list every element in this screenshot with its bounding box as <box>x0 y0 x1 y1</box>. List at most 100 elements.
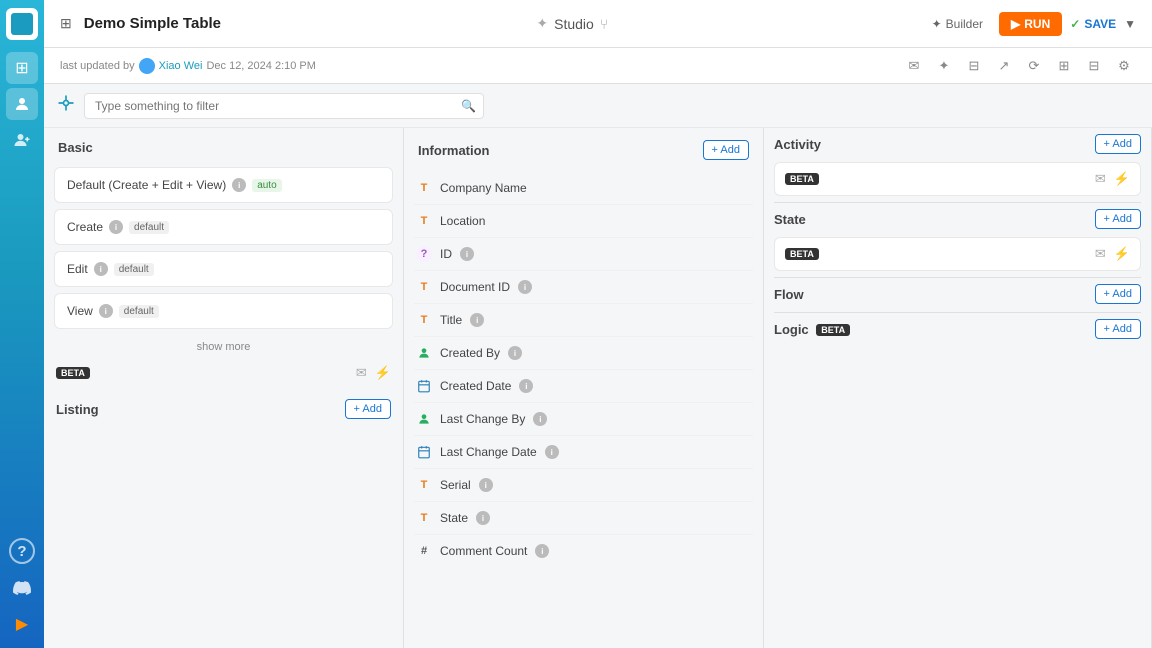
field-label-serial: Serial <box>440 478 471 492</box>
activity-beta-row: BETA ✉ ⚡ <box>774 162 1141 196</box>
listing-section: Listing + Add <box>54 393 393 425</box>
info-icon-default[interactable]: i <box>232 178 246 192</box>
field-created-date: Created Date i <box>414 370 753 403</box>
basic-item-create-label: Create <box>67 220 103 234</box>
basic-item-edit-row: Edit i default <box>67 262 380 276</box>
info-icon-create[interactable]: i <box>109 220 123 234</box>
more-icon-btn[interactable]: ⚙ <box>1112 54 1136 78</box>
info-icon-serial[interactable]: i <box>479 478 493 492</box>
field-state: T State i <box>414 502 753 535</box>
star-icon-btn[interactable]: ✦ <box>932 54 956 78</box>
info-icon-document-id[interactable]: i <box>518 280 532 294</box>
studio-label: ✦ Studio ⑂ <box>536 15 608 32</box>
refresh-icon-btn[interactable]: ⟳ <box>1022 54 1046 78</box>
right-panel-body: Activity + Add BETA ✉ ⚡ <box>764 128 1151 648</box>
studio-icon: ✦ <box>536 15 548 32</box>
sidebar-item-discord[interactable] <box>6 572 38 604</box>
page-title: Demo Simple Table <box>84 15 221 32</box>
sidebar-logo[interactable] <box>6 8 38 40</box>
info-icon-comment-count[interactable]: i <box>535 544 549 558</box>
information-panel-header: Information + Add <box>404 128 763 168</box>
beta-badge: BETA <box>56 367 90 379</box>
state-lightning-icon[interactable]: ⚡ <box>1114 246 1130 262</box>
info-icon-edit[interactable]: i <box>94 262 108 276</box>
arrow-icon-btn[interactable]: ↗ <box>992 54 1016 78</box>
field-id: ? ID i <box>414 238 753 271</box>
grid-icon-btn[interactable]: ⊞ <box>1052 54 1076 78</box>
state-email-icon[interactable]: ✉ <box>1095 246 1106 262</box>
field-label-created-date: Created Date <box>440 379 511 393</box>
share-icon-btn[interactable]: ⊟ <box>1082 54 1106 78</box>
listing-title: Listing <box>56 402 99 417</box>
state-add-button[interactable]: + Add <box>1095 209 1141 229</box>
sidebar-item-user-plus[interactable] <box>6 124 38 156</box>
information-panel-body: T Company Name T Location ? ID i T Doc <box>404 168 763 648</box>
basic-panel-body: Default (Create + Edit + View) i auto Cr… <box>44 163 403 648</box>
run-button[interactable]: ▶ RUN <box>999 12 1062 36</box>
check-icon: ✓ <box>1070 17 1080 31</box>
filter-input[interactable] <box>84 93 484 119</box>
activity-beta-badge: BETA <box>785 173 819 185</box>
topbar: ⊞ Demo Simple Table ✦ Studio ⑂ ✦ Builder… <box>44 0 1152 48</box>
field-label-document-id: Document ID <box>440 280 510 294</box>
filter-input-wrapper: 🔍 <box>84 93 484 119</box>
sidebar-item-home[interactable]: ⊞ <box>6 52 38 84</box>
info-icon-last-change-by[interactable]: i <box>533 412 547 426</box>
info-icon-title[interactable]: i <box>470 313 484 327</box>
activity-state-panel: Activity + Add BETA ✉ ⚡ <box>764 128 1152 648</box>
logic-title: Logic BETA <box>774 322 850 337</box>
email-icon-btn[interactable]: ✉ <box>902 54 926 78</box>
email-icon[interactable]: ✉ <box>356 365 367 381</box>
field-type-icon-Q: ? <box>416 246 432 262</box>
flow-section-header: Flow + Add <box>774 284 1141 304</box>
listing-add-button[interactable]: + Add <box>345 399 391 419</box>
activity-add-button[interactable]: + Add <box>1095 134 1141 154</box>
save-button[interactable]: ✓ SAVE <box>1070 17 1116 31</box>
basic-panel: Basic Default (Create + Edit + View) i a… <box>44 128 404 648</box>
state-section-header: State + Add <box>774 209 1141 229</box>
logic-section-header: Logic BETA + Add <box>774 319 1141 339</box>
flow-add-button[interactable]: + Add <box>1095 284 1141 304</box>
state-beta-badge: BETA <box>785 248 819 260</box>
info-icon-state[interactable]: i <box>476 511 490 525</box>
logic-add-button[interactable]: + Add <box>1095 319 1141 339</box>
flow-section: Flow + Add <box>774 284 1141 304</box>
avatar <box>139 58 155 74</box>
activity-email-icon[interactable]: ✉ <box>1095 171 1106 187</box>
save-dropdown-button[interactable]: ▼ <box>1124 17 1136 31</box>
activity-lightning-icon[interactable]: ⚡ <box>1114 171 1130 187</box>
activity-section-header: Activity + Add <box>774 134 1141 154</box>
info-icon-last-change-date[interactable]: i <box>545 445 559 459</box>
badge-default-edit: default <box>114 263 154 276</box>
info-icon-created-date[interactable]: i <box>519 379 533 393</box>
field-type-icon-T3: T <box>416 279 432 295</box>
minus-icon-btn[interactable]: ⊟ <box>962 54 986 78</box>
last-updated-info: last updated by Xiao Wei Dec 12, 2024 2:… <box>60 58 316 74</box>
filterbar: 🔍 <box>44 84 1152 128</box>
sidebar-item-users[interactable] <box>6 88 38 120</box>
field-last-change-by: Last Change By i <box>414 403 753 436</box>
divider-1 <box>774 202 1141 203</box>
info-icon-view[interactable]: i <box>99 304 113 318</box>
field-type-icon-date2 <box>416 444 432 460</box>
field-type-icon-T5: T <box>416 477 432 493</box>
lightning-icon[interactable]: ⚡ <box>375 365 391 381</box>
topbar-right: ✦ Builder ▶ RUN ✓ SAVE ▼ <box>924 12 1136 36</box>
sidebar-item-help[interactable]: ? <box>9 538 35 564</box>
basic-item-edit: Edit i default <box>54 251 393 287</box>
field-label-last-change-date: Last Change Date <box>440 445 537 459</box>
divider-2 <box>774 277 1141 278</box>
builder-icon: ✦ <box>932 17 942 31</box>
field-comment-count: # Comment Count i <box>414 535 753 567</box>
basic-item-edit-label: Edit <box>67 262 88 276</box>
field-document-id: T Document ID i <box>414 271 753 304</box>
sidebar-item-cursor[interactable]: ▶ <box>6 608 38 640</box>
info-icon-created-by[interactable]: i <box>508 346 522 360</box>
builder-button[interactable]: ✦ Builder <box>924 13 991 35</box>
logic-beta-badge: BETA <box>816 324 850 336</box>
show-more-link[interactable]: show more <box>54 335 393 359</box>
info-icon-id[interactable]: i <box>460 247 474 261</box>
information-add-button[interactable]: + Add <box>703 140 749 160</box>
main-content: ⊞ Demo Simple Table ✦ Studio ⑂ ✦ Builder… <box>44 0 1152 648</box>
field-type-icon-person2 <box>416 411 432 427</box>
